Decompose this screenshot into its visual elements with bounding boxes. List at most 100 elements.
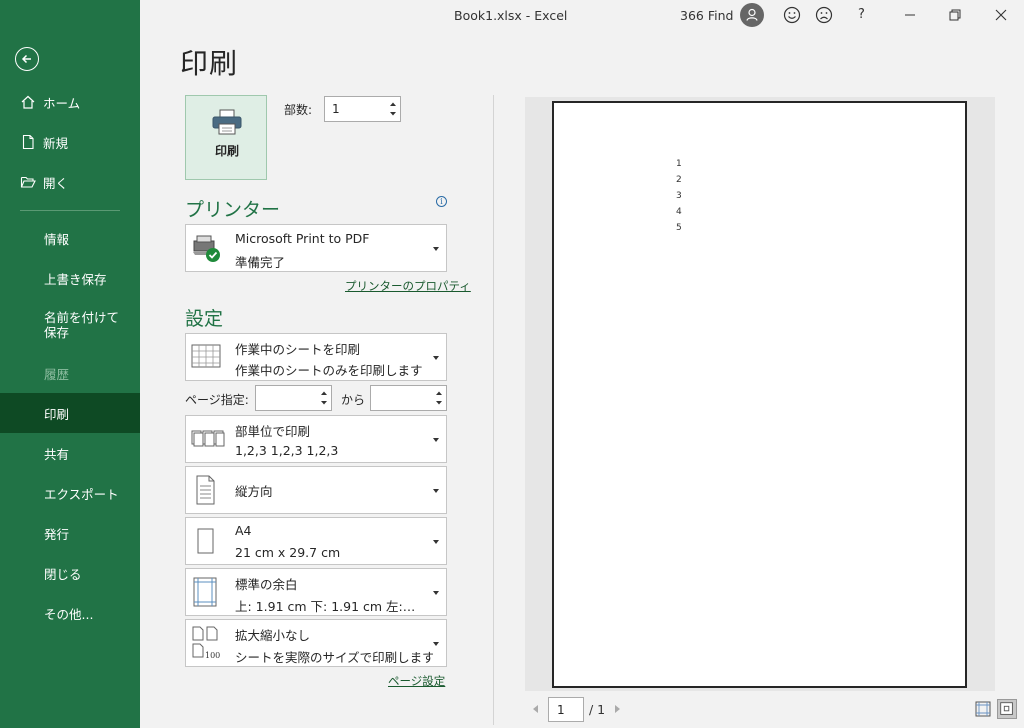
- scaling-line1: 拡大縮小なし: [235, 628, 311, 643]
- printer-section-title: プリンター: [185, 199, 281, 221]
- nav-open[interactable]: 開く: [0, 162, 140, 202]
- collate-line2: 1,2,3 1,2,3 1,2,3: [235, 443, 339, 458]
- nav-export-label: エクスポート: [44, 486, 119, 502]
- nav-info[interactable]: 情報: [0, 218, 140, 258]
- nav-share[interactable]: 共有: [0, 433, 140, 473]
- nav-separator: [20, 210, 120, 211]
- nav-close[interactable]: 閉じる: [0, 553, 140, 593]
- dropdown-arrow-icon: [433, 540, 439, 544]
- next-page-icon[interactable]: [615, 705, 620, 713]
- printer-properties-link[interactable]: プリンターのプロパティ: [345, 278, 471, 294]
- pages-to-input[interactable]: [370, 385, 447, 411]
- dropdown-arrow-icon: [433, 438, 439, 442]
- help-button[interactable]: ?: [858, 7, 865, 22]
- back-arrow-icon[interactable]: [15, 47, 39, 71]
- total-pages: / 1: [589, 702, 606, 717]
- nav-new-label: 新規: [43, 135, 69, 151]
- margins-icon: [193, 577, 217, 607]
- info-icon[interactable]: i: [436, 196, 447, 207]
- restore-icon[interactable]: [945, 5, 965, 25]
- paper-size-icon: [197, 528, 214, 554]
- nav-publish-label: 発行: [44, 526, 70, 542]
- svg-text:100: 100: [205, 651, 220, 660]
- printer-dropdown[interactable]: Microsoft Print to PDF 準備完了: [185, 224, 447, 272]
- scope-line1: 作業中のシートを印刷: [235, 342, 361, 357]
- nav-home-label: ホーム: [43, 95, 81, 111]
- preview-cell: 3: [676, 191, 682, 201]
- spin-down-icon[interactable]: [434, 398, 444, 408]
- close-window-icon[interactable]: [991, 5, 1011, 25]
- collate-pages-icon: [191, 430, 225, 447]
- frown-feedback-icon[interactable]: [814, 5, 834, 25]
- nav-info-label: 情報: [44, 231, 70, 247]
- printer-icon: [212, 109, 242, 135]
- dropdown-arrow-icon: [433, 356, 439, 360]
- smile-feedback-icon[interactable]: [782, 5, 802, 25]
- nav-save-as-label: 名前を付けて保存: [44, 310, 120, 340]
- prev-page-icon[interactable]: [533, 705, 538, 713]
- dropdown-arrow-icon: [433, 489, 439, 493]
- page-setup-link[interactable]: ページ設定: [388, 673, 445, 689]
- print-button-label: 印刷: [214, 144, 239, 158]
- title-bar: Book1.xlsx - Excel 366 Find ?: [140, 0, 1024, 30]
- sheet-grid-icon: [191, 344, 221, 368]
- printer-status: 準備完了: [235, 255, 286, 270]
- paper-size-dropdown[interactable]: A4 21 cm x 29.7 cm: [185, 517, 447, 565]
- copies-input[interactable]: 1: [324, 96, 401, 122]
- no-scaling-icon: 100: [192, 626, 220, 660]
- nav-print-label: 印刷: [44, 406, 70, 422]
- print-button[interactable]: 印刷: [185, 95, 267, 180]
- nav-open-label: 開く: [43, 175, 69, 191]
- nav-more[interactable]: その他...: [0, 593, 140, 633]
- preview-cell: 2: [676, 175, 682, 185]
- spin-up-icon[interactable]: [434, 388, 444, 398]
- find-label[interactable]: 366 Find: [680, 8, 733, 23]
- margins-dropdown[interactable]: 標準の余白 上: 1.91 cm 下: 1.91 cm 左:…: [185, 568, 447, 616]
- scaling-line2: シートを実際のサイズで印刷します: [235, 650, 433, 665]
- printer-name: Microsoft Print to PDF: [235, 231, 370, 246]
- scaling-dropdown[interactable]: 100 拡大縮小なし シートを実際のサイズで印刷します: [185, 619, 447, 667]
- printer-ready-icon: [193, 235, 220, 262]
- settings-section-title: 設定: [185, 308, 224, 330]
- nav-print[interactable]: 印刷: [0, 393, 140, 433]
- nav-share-label: 共有: [44, 446, 70, 462]
- nav-publish[interactable]: 発行: [0, 513, 140, 553]
- page-number-input[interactable]: 1: [548, 697, 584, 722]
- preview-cell: 1: [676, 159, 682, 169]
- nav-export[interactable]: エクスポート: [0, 473, 140, 513]
- nav-save-as[interactable]: 名前を付けて保存: [0, 304, 140, 348]
- minimize-icon[interactable]: [900, 5, 920, 25]
- margins-line1: 標準の余白: [235, 577, 298, 592]
- page-title: 印刷: [180, 47, 239, 80]
- preview-page: 1 2 3 4 5: [552, 101, 967, 688]
- copies-label: 部数:: [284, 103, 313, 117]
- nav-new[interactable]: 新規: [0, 122, 140, 162]
- nav-home[interactable]: ホーム: [0, 82, 140, 122]
- collate-dropdown[interactable]: 部単位で印刷 1,2,3 1,2,3 1,2,3: [185, 415, 447, 463]
- open-folder-icon: [20, 176, 36, 188]
- print-scope-dropdown[interactable]: 作業中のシートを印刷 作業中のシートのみを印刷します: [185, 333, 447, 381]
- new-document-icon: [22, 134, 34, 150]
- backstage-sidebar: ホーム 新規 開く 情報 上書き保存 名前を付けて保存 履歴 印刷 共有 エクス…: [0, 0, 140, 728]
- dropdown-arrow-icon: [433, 591, 439, 595]
- paper-line1: A4: [235, 523, 252, 538]
- collate-line1: 部単位で印刷: [235, 424, 311, 439]
- pages-to-label: から: [341, 393, 366, 407]
- spin-up-icon[interactable]: [388, 99, 398, 109]
- nav-save[interactable]: 上書き保存: [0, 258, 140, 298]
- show-margins-icon[interactable]: [973, 699, 993, 719]
- nav-history-label: 履歴: [44, 366, 70, 382]
- dropdown-arrow-icon: [433, 247, 439, 251]
- margins-line2: 上: 1.91 cm 下: 1.91 cm 左:…: [235, 599, 416, 614]
- spin-down-icon[interactable]: [388, 109, 398, 119]
- current-page-value: 1: [557, 703, 565, 717]
- zoom-to-page-icon[interactable]: [997, 699, 1017, 719]
- orientation-dropdown[interactable]: 縦方向: [185, 466, 447, 514]
- pages-from-input[interactable]: [255, 385, 332, 411]
- preview-cell: 5: [676, 223, 682, 233]
- nav-history: 履歴: [0, 353, 140, 393]
- spin-down-icon[interactable]: [319, 398, 329, 408]
- spin-up-icon[interactable]: [319, 388, 329, 398]
- user-avatar[interactable]: [740, 3, 764, 27]
- scope-line2: 作業中のシートのみを印刷します: [235, 363, 423, 378]
